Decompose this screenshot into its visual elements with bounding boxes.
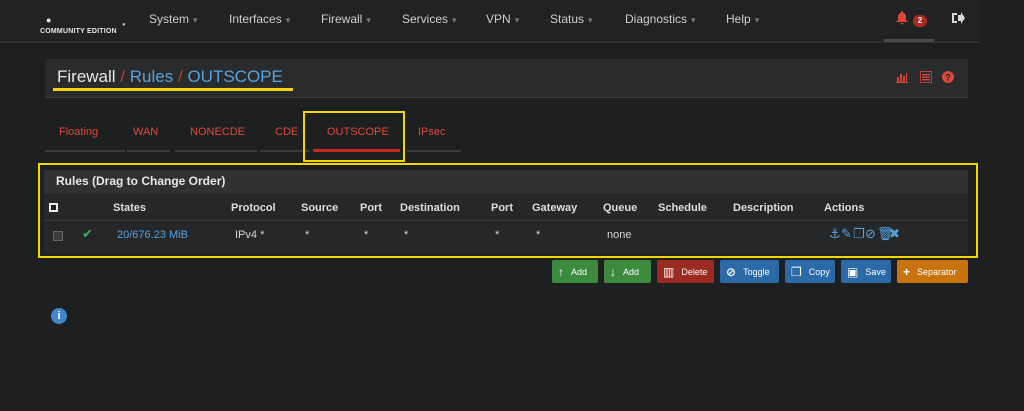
add-top-button[interactable]: ↑ Add [552, 260, 598, 283]
tab-floating[interactable]: Floating [59, 126, 98, 138]
arrow-down-icon: ↓ [610, 264, 616, 279]
edition-label: COMMUNITY EDITION [40, 28, 117, 35]
nav-interfaces[interactable]: Interfaces ▾ [229, 12, 290, 26]
nav-vpn[interactable]: VPN ▾ [486, 12, 519, 26]
nav-services[interactable]: Services ▾ [402, 12, 457, 26]
notification-badge: 2 [913, 15, 927, 27]
chevron-down-icon: ▾ [754, 15, 760, 25]
logo-mark-icon: ● [46, 15, 52, 25]
save-icon: ▣ [847, 264, 859, 279]
delete-button[interactable]: ▥ Delete [657, 260, 714, 283]
separator-button[interactable]: + Separator [897, 260, 968, 283]
breadcrumb-separator: / [120, 67, 126, 86]
ban-icon: ⊘ [726, 264, 737, 279]
breadcrumb-separator: / [177, 67, 183, 86]
plus-icon: + [903, 264, 911, 279]
toggle-button[interactable]: ⊘ Toggle [720, 260, 779, 283]
chevron-down-icon: ▾ [514, 15, 520, 25]
tab-underline [175, 150, 257, 152]
logo[interactable]: ● ● COMMUNITY EDITION [40, 11, 130, 37]
list-icon[interactable] [920, 71, 932, 83]
copy-icon: ❐ [791, 264, 802, 279]
bell-icon[interactable] [896, 11, 908, 28]
copy-button[interactable]: ❐ Copy [785, 260, 835, 283]
save-button[interactable]: ▣ Save [841, 260, 891, 283]
breadcrumb-highlight [53, 88, 293, 91]
logo-dot-icon: ● [122, 22, 126, 28]
tab-highlight-box [303, 111, 405, 162]
breadcrumb-firewall: Firewall [57, 67, 116, 86]
chevron-down-icon: ▾ [193, 15, 198, 25]
add-bottom-button[interactable]: ↓ Add [604, 260, 651, 283]
nav-system[interactable]: System ▾ [149, 12, 198, 26]
tab-nonecde[interactable]: NONECDE [190, 126, 245, 138]
tab-underline [127, 150, 170, 152]
nav-status[interactable]: Status ▾ [550, 12, 593, 26]
breadcrumb-outscope[interactable]: OUTSCOPE [187, 67, 282, 86]
rules-highlight-box [38, 163, 978, 258]
bar-chart-icon[interactable] [896, 71, 908, 83]
info-icon[interactable]: i [51, 308, 67, 324]
chevron-down-icon: ▾ [366, 15, 371, 25]
bell-active-indicator [884, 39, 934, 42]
help-icon[interactable]: ? [942, 71, 954, 83]
chevron-down-icon: ▾ [691, 15, 696, 25]
nav-help[interactable]: Help ▾ [726, 12, 759, 26]
breadcrumb: Firewall / Rules / OUTSCOPE [57, 67, 283, 87]
tab-underline [260, 150, 309, 152]
arrow-up-icon: ↑ [558, 264, 564, 279]
nav-diagnostics[interactable]: Diagnostics ▾ [625, 12, 696, 26]
chevron-down-icon: ▾ [285, 15, 291, 25]
breadcrumb-rules[interactable]: Rules [130, 67, 173, 86]
chevron-down-icon: ▾ [452, 15, 457, 25]
svg-text:?: ? [945, 72, 951, 82]
tab-underline [407, 150, 461, 152]
nav-firewall[interactable]: Firewall ▾ [321, 12, 371, 26]
logout-icon[interactable] [952, 12, 965, 27]
trash-icon: ▥ [663, 264, 675, 279]
tab-wan[interactable]: WAN [133, 126, 158, 138]
tab-ipsec[interactable]: IPsec [418, 126, 446, 138]
tab-underline [45, 150, 125, 152]
chevron-down-icon: ▾ [588, 15, 593, 25]
tab-cde[interactable]: CDE [275, 126, 298, 138]
